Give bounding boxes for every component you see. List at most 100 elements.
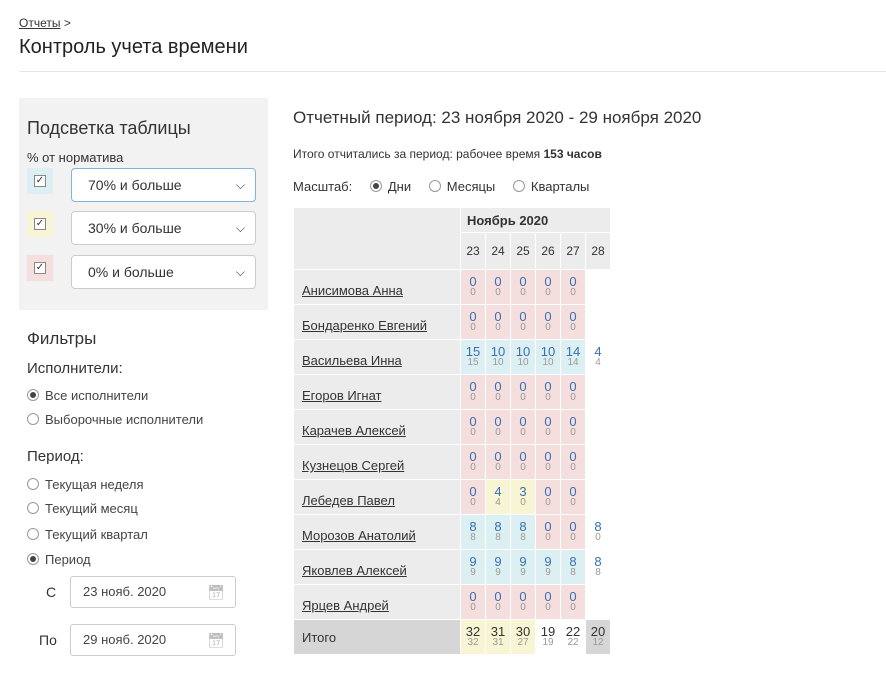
hours-norm: 0 xyxy=(520,427,526,438)
scale-months-radio[interactable]: Месяцы xyxy=(428,179,495,194)
hours-cell: 00 xyxy=(560,584,586,620)
hours-cell: 00 xyxy=(460,304,486,340)
breadcrumb-reports-link[interactable]: Отчеты xyxy=(19,16,60,30)
hours-norm: 10 xyxy=(492,357,504,368)
radio-current-quarter[interactable]: Текущий квартал xyxy=(27,527,148,542)
chevron-down-icon: ⌵ xyxy=(235,265,245,279)
hours-norm: 0 xyxy=(495,287,501,298)
employee-link[interactable]: Ярцев Андрей xyxy=(302,598,389,613)
hours-value: 14 xyxy=(565,344,581,359)
hours-cell: 88 xyxy=(560,549,586,585)
day-header: 27 xyxy=(560,232,586,270)
hours-norm: 14 xyxy=(567,357,579,368)
hours-cell: 00 xyxy=(560,514,586,550)
calendar-icon[interactable]: 📅︎ xyxy=(207,625,225,655)
radio-current-month[interactable]: Текущий месяц xyxy=(27,501,138,516)
hours-norm: 8 xyxy=(470,532,476,543)
hours-value: 0 xyxy=(569,449,577,464)
hours-norm: 0 xyxy=(495,602,501,613)
hours-cell: 00 xyxy=(460,374,486,410)
hours-value: 0 xyxy=(469,589,477,604)
employee-link[interactable]: Васильева Инна xyxy=(302,353,402,368)
day-header: 24 xyxy=(485,232,511,270)
hours-norm: 0 xyxy=(545,462,551,473)
hours-value: 0 xyxy=(494,309,502,324)
hours-cell xyxy=(585,444,611,480)
total-norm: 19 xyxy=(542,637,554,648)
month-header: Ноябрь 2020 xyxy=(460,207,611,233)
radio-custom-period[interactable]: Период xyxy=(27,552,91,567)
employee-link[interactable]: Кузнецов Сергей xyxy=(302,458,404,473)
performers-label: Исполнители: xyxy=(27,360,123,377)
highlight-0-select[interactable]: 0% и больше ⌵ xyxy=(71,255,256,289)
employee-link[interactable]: Морозов Анатолий xyxy=(302,528,416,543)
employee-link[interactable]: Лебедев Павел xyxy=(302,493,395,508)
hours-value: 0 xyxy=(569,309,577,324)
employee-link[interactable]: Бондаренко Евгений xyxy=(302,318,427,333)
total-label: Итого xyxy=(293,619,461,655)
hours-norm: 0 xyxy=(470,462,476,473)
hours-value: 0 xyxy=(544,309,552,324)
hours-norm: 0 xyxy=(545,602,551,613)
hours-value: 10 xyxy=(515,344,531,359)
total-value: 19 xyxy=(540,624,556,639)
scale-label: Масштаб: xyxy=(293,179,353,194)
hours-value: 0 xyxy=(544,414,552,429)
employee-link[interactable]: Анисимова Анна xyxy=(302,283,403,298)
calendar-icon[interactable]: 📅︎ xyxy=(207,577,225,607)
to-date-input[interactable]: 29 нояб. 2020 📅︎ xyxy=(70,624,236,656)
hours-norm: 0 xyxy=(595,532,601,543)
highlight-30-select[interactable]: 30% и больше ⌵ xyxy=(71,211,256,245)
chevron-down-icon: ⌵ xyxy=(235,221,245,235)
hours-norm: 0 xyxy=(520,287,526,298)
radio-icon xyxy=(27,478,39,490)
hours-norm: 0 xyxy=(470,287,476,298)
chevron-down-icon: ⌵ xyxy=(235,178,245,192)
hours-cell: 88 xyxy=(460,514,486,550)
hours-cell: 00 xyxy=(510,269,536,305)
hours-norm: 0 xyxy=(545,497,551,508)
hours-norm: 9 xyxy=(545,567,551,578)
highlight-30-checkbox[interactable]: ✓ xyxy=(27,211,53,237)
hours-cell: 00 xyxy=(560,444,586,480)
employee-link[interactable]: Егоров Игнат xyxy=(302,388,382,403)
hours-value: 9 xyxy=(494,554,502,569)
hours-cell: 00 xyxy=(535,409,561,445)
hours-norm: 0 xyxy=(570,532,576,543)
hours-value: 8 xyxy=(569,554,577,569)
scale-quarters-radio[interactable]: Кварталы xyxy=(512,179,589,194)
highlight-70-checkbox[interactable]: ✓ xyxy=(27,168,53,194)
employee-name-cell: Карачев Алексей xyxy=(293,409,461,445)
highlight-title: Подсветка таблицы xyxy=(27,118,191,138)
highlight-70-select[interactable]: 70% и больше ⌵ xyxy=(71,168,256,202)
hours-norm: 8 xyxy=(595,567,601,578)
total-cell: 31 31 xyxy=(485,619,511,655)
hours-cell: 00 xyxy=(460,409,486,445)
employee-link[interactable]: Карачев Алексей xyxy=(302,423,406,438)
radio-all-performers[interactable]: Все исполнители xyxy=(27,388,148,403)
total-norm: 22 xyxy=(567,637,579,648)
highlight-0-checkbox[interactable]: ✓ xyxy=(27,255,53,281)
hours-cell: 88 xyxy=(510,514,536,550)
hours-value: 0 xyxy=(494,274,502,289)
hours-norm: 0 xyxy=(495,322,501,333)
highlight-row-30: ✓ 30% и больше ⌵ xyxy=(27,211,259,245)
hours-value: 0 xyxy=(469,274,477,289)
report-period-title: Отчетный период: 23 ноября 2020 - 29 ноя… xyxy=(293,108,702,127)
hours-norm: 0 xyxy=(520,392,526,403)
scale-days-radio[interactable]: Дни xyxy=(369,179,411,194)
total-cell: 20 12 xyxy=(585,619,611,655)
hours-cell xyxy=(585,479,611,515)
employee-name-cell: Бондаренко Евгений xyxy=(293,304,461,340)
day-header: 26 xyxy=(535,232,561,270)
employee-link[interactable]: Яковлев Алексей xyxy=(302,563,407,578)
hours-cell xyxy=(585,374,611,410)
total-value: 30 xyxy=(515,624,531,639)
radio-current-week[interactable]: Текущая неделя xyxy=(27,477,143,492)
from-date-input[interactable]: 23 нояб. 2020 📅︎ xyxy=(70,576,236,608)
radio-selected-performers[interactable]: Выборочные исполнители xyxy=(27,412,203,427)
hours-norm: 0 xyxy=(520,322,526,333)
hours-norm: 0 xyxy=(520,497,526,508)
table-row: Бондаренко Евгений 0 0 0 0 0 0 0 0 0 0 xyxy=(293,304,611,340)
to-label: По xyxy=(39,632,57,648)
